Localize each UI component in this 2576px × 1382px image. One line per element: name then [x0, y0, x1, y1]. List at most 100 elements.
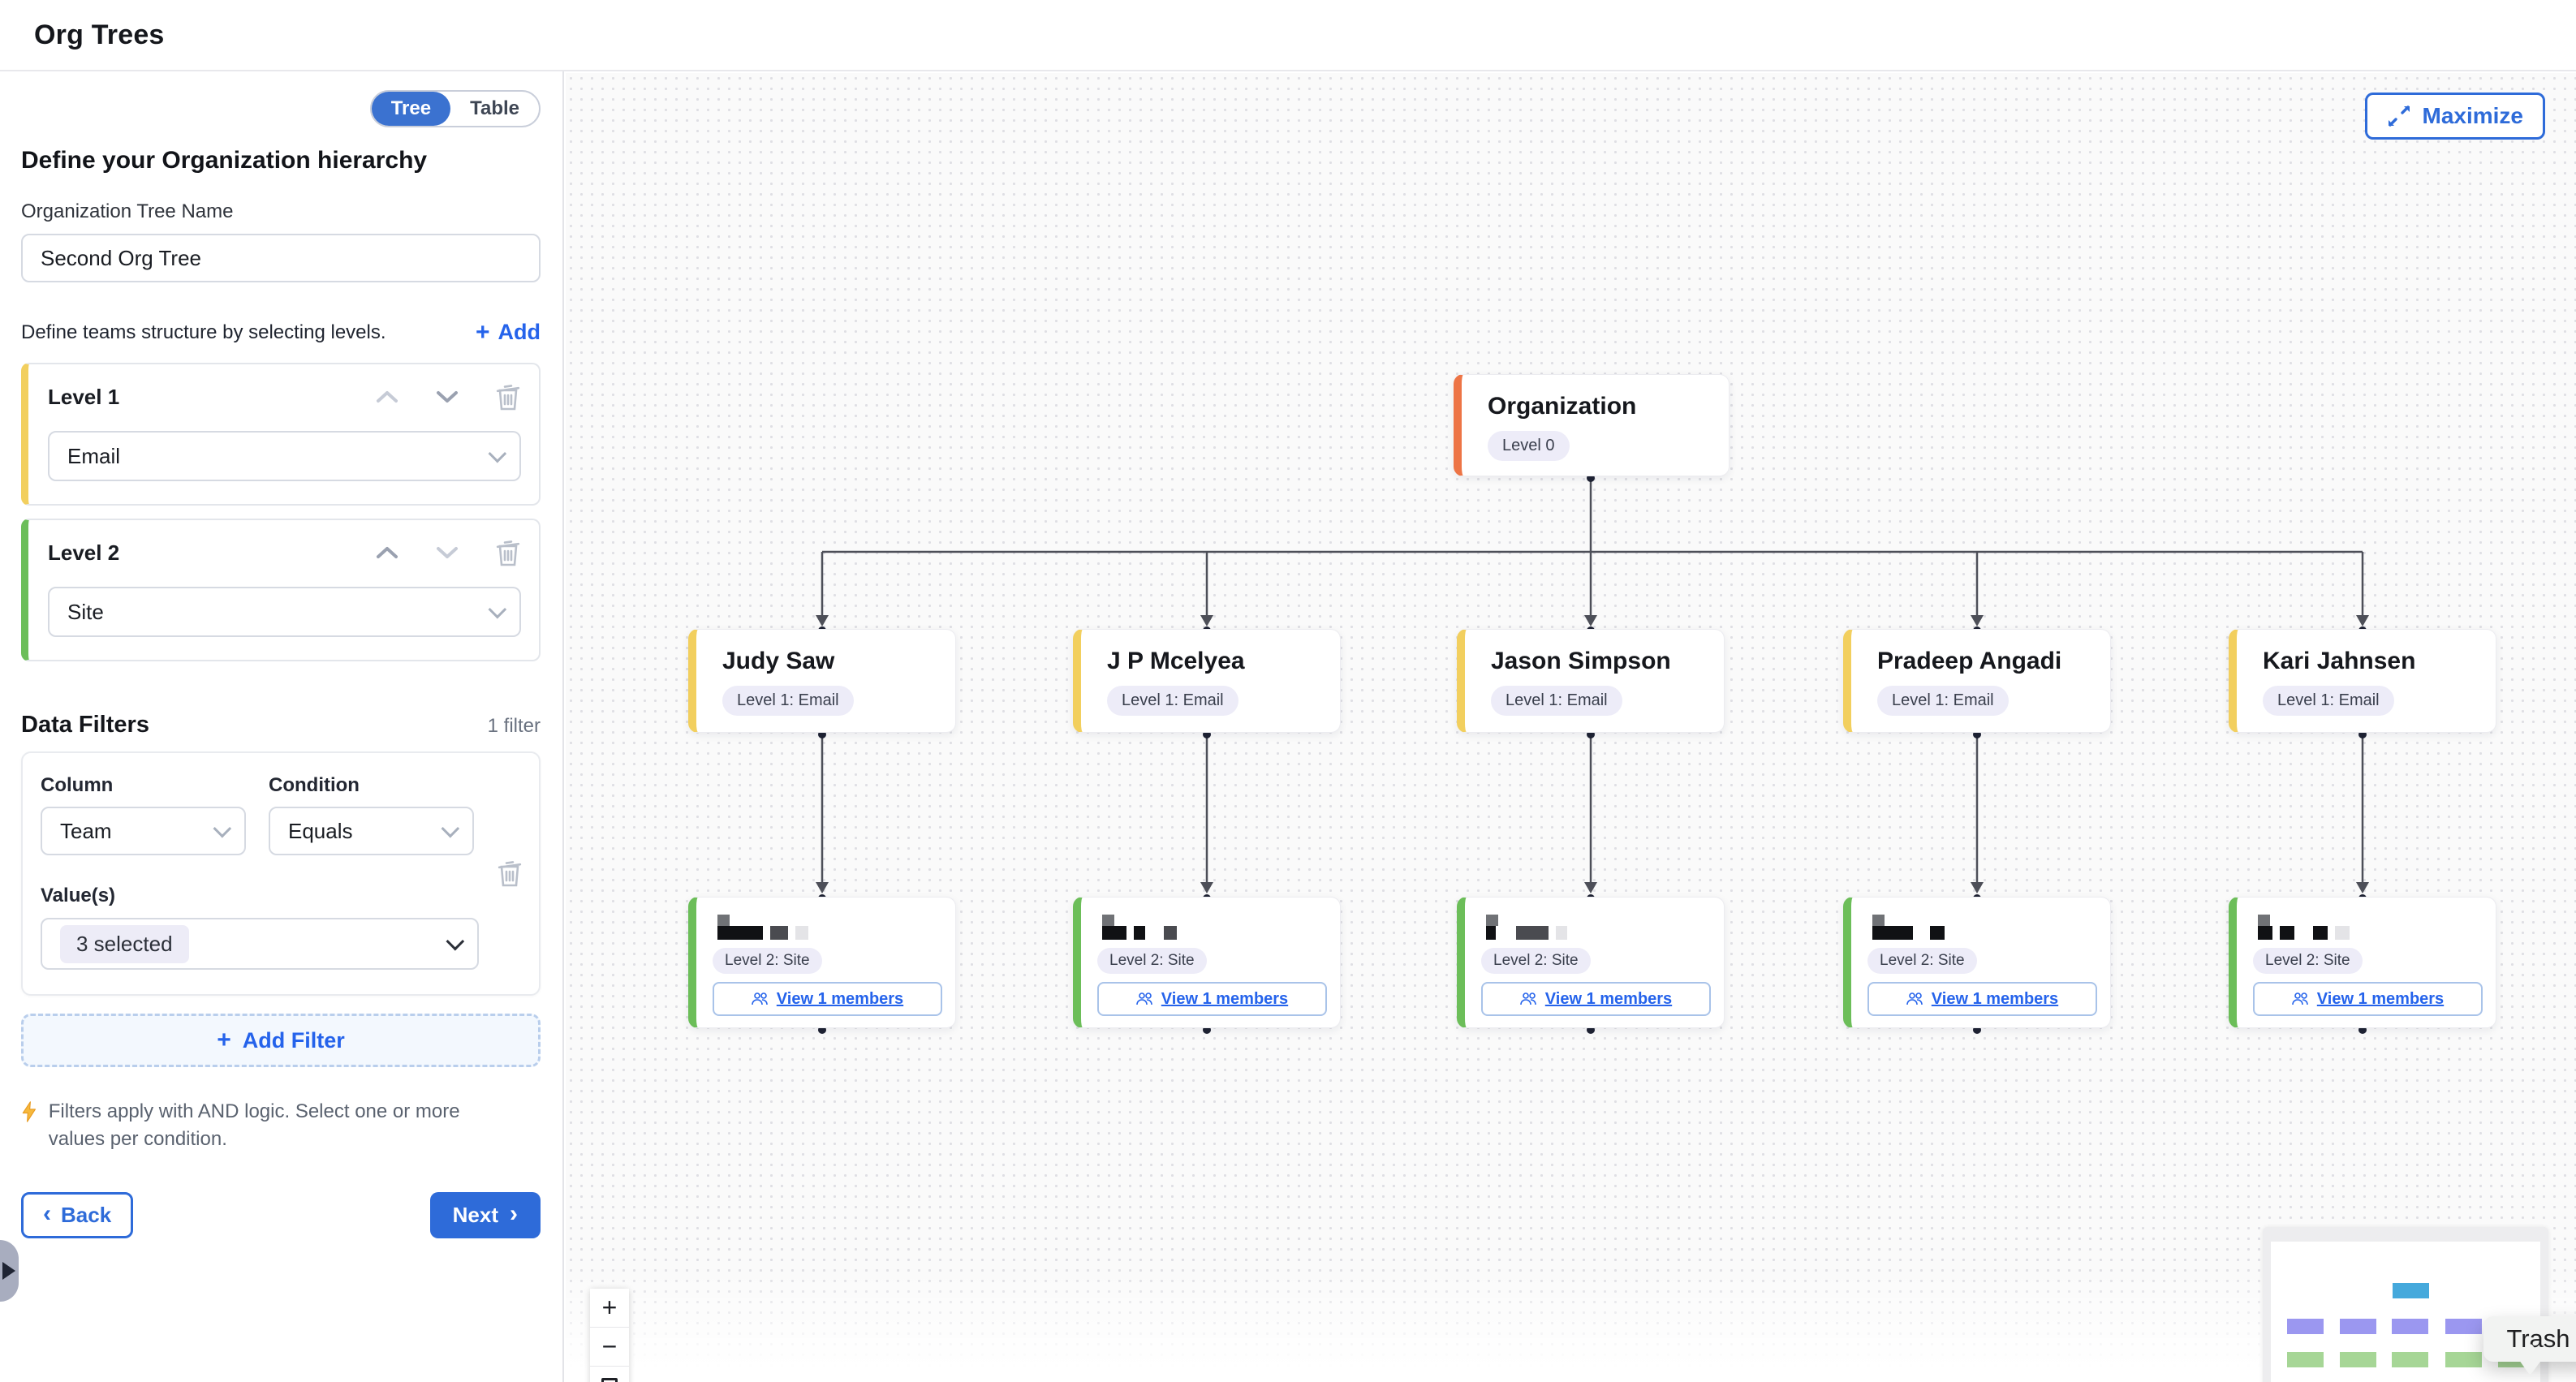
redacted-name	[2258, 914, 2483, 940]
node-title: Organization	[1488, 393, 1712, 420]
chevron-down-icon	[446, 932, 465, 951]
values-label: Value(s)	[41, 885, 523, 907]
level-badge: Level 1: Email	[2263, 686, 2394, 716]
level2-node[interactable]: Level 2: Site View 1 members	[688, 897, 956, 1028]
view-members-button[interactable]: View 1 members	[1097, 982, 1327, 1016]
view-members-label: View 1 members	[1161, 990, 1288, 1009]
level-2-type-value: Site	[67, 600, 104, 625]
view-members-button[interactable]: View 1 members	[1481, 982, 1711, 1016]
level-card-1: Level 1 Email	[21, 363, 541, 506]
org-tree-canvas[interactable]: Maximize Organization Level 0 Judy Saw L…	[566, 73, 2576, 1382]
trash-icon	[497, 859, 523, 888]
view-members-button[interactable]: View 1 members	[713, 982, 942, 1016]
condition-value: Equals	[288, 819, 353, 844]
view-members-label: View 1 members	[2317, 990, 2444, 1009]
tab-table[interactable]: Table	[450, 92, 539, 126]
level1-node[interactable]: J P Mcelyea Level 1: Email	[1073, 629, 1341, 733]
people-icon	[1136, 992, 1154, 1006]
level-1-type-select[interactable]: Email	[48, 431, 521, 481]
level-2-type-select[interactable]: Site	[48, 587, 521, 637]
level-badge: Level 2: Site	[1481, 948, 1591, 974]
move-level-2-up-button[interactable]	[375, 545, 399, 561]
delete-filter-button[interactable]	[497, 859, 523, 888]
org-tree-builder-app: Org Trees Tree Table Define your Organiz…	[0, 0, 2576, 1382]
chevron-right-icon: ›	[510, 1202, 518, 1226]
minimap-node-level1	[2445, 1319, 2482, 1334]
level-badge: Level 2: Site	[2253, 948, 2363, 974]
level-1-type-value: Email	[67, 444, 120, 469]
org-root-node[interactable]: Organization Level 0	[1454, 374, 1730, 476]
minimap-node-root	[2393, 1283, 2429, 1298]
next-button[interactable]: Next ›	[430, 1192, 541, 1238]
level2-node[interactable]: Level 2: Site View 1 members	[1457, 897, 1725, 1028]
chevron-down-icon	[442, 820, 460, 838]
redacted-name	[1102, 914, 1327, 940]
level1-node[interactable]: Pradeep Angadi Level 1: Email	[1843, 629, 2111, 733]
fit-view-button[interactable]	[590, 1367, 629, 1382]
level1-node[interactable]: Kari Jahnsen Level 1: Email	[2229, 629, 2496, 733]
level-2-header: Level 2	[48, 538, 521, 567]
data-filters-header-row: Data Filters 1 filter	[21, 712, 541, 738]
view-toggle: Tree Table	[370, 90, 541, 127]
tree-name-input[interactable]	[21, 234, 541, 282]
column-select[interactable]: Team	[41, 807, 246, 855]
level1-node[interactable]: Jason Simpson Level 1: Email	[1457, 629, 1725, 733]
sidebar-collapse-toggle[interactable]	[0, 1240, 19, 1302]
chevron-down-icon	[435, 389, 459, 405]
chevron-up-icon	[375, 545, 399, 561]
people-icon	[1906, 992, 1924, 1006]
play-icon	[2, 1262, 15, 1280]
level-badge: Level 1: Email	[1107, 686, 1238, 716]
level2-node[interactable]: Level 2: Site View 1 members	[1843, 897, 2111, 1028]
redacted-name	[717, 914, 942, 940]
chevron-up-icon	[375, 389, 399, 405]
level2-node[interactable]: Level 2: Site View 1 members	[2229, 897, 2496, 1028]
maximize-button[interactable]: Maximize	[2365, 93, 2546, 140]
level2-node[interactable]: Level 2: Site View 1 members	[1073, 897, 1341, 1028]
filter-grid: Column Condition Team Equals	[41, 774, 523, 855]
delete-level-1-button[interactable]	[495, 382, 521, 411]
view-toggle-row: Tree Table	[21, 90, 541, 127]
move-level-1-up-button[interactable]	[375, 389, 399, 405]
minimap-node-level1	[2340, 1319, 2376, 1334]
trash-tooltip: Trash	[2483, 1316, 2576, 1362]
lightning-bolt-icon	[21, 1098, 37, 1126]
add-level-label: Add	[498, 320, 541, 345]
add-filter-button[interactable]: + Add Filter	[21, 1014, 541, 1067]
node-title: Judy Saw	[722, 648, 939, 675]
maximize-icon	[2387, 104, 2411, 128]
node-title: Jason Simpson	[1491, 648, 1708, 675]
zoom-in-button[interactable]: +	[590, 1289, 629, 1328]
move-level-1-down-button[interactable]	[435, 389, 459, 405]
minimap-node-level1	[2287, 1319, 2324, 1334]
chevron-down-icon	[435, 545, 459, 561]
people-icon	[1520, 992, 1538, 1006]
delete-level-2-button[interactable]	[495, 538, 521, 567]
view-members-button[interactable]: View 1 members	[1867, 982, 2097, 1016]
zoom-out-button[interactable]: −	[590, 1328, 629, 1367]
chevron-down-icon	[489, 601, 507, 619]
view-members-label: View 1 members	[777, 990, 903, 1009]
level-badge: Level 0	[1488, 431, 1570, 461]
chevron-down-icon	[213, 820, 232, 838]
minimap-node-level1	[2392, 1319, 2428, 1334]
node-title: Pradeep Angadi	[1877, 648, 2094, 675]
chevron-left-icon: ‹	[43, 1202, 51, 1226]
tab-tree[interactable]: Tree	[372, 92, 450, 126]
node-title: Kari Jahnsen	[2263, 648, 2479, 675]
level-badge: Level 2: Site	[1097, 948, 1207, 974]
move-level-2-down-button[interactable]	[435, 545, 459, 561]
add-filter-label: Add Filter	[243, 1028, 345, 1053]
levels-hint: Define teams structure by selecting leve…	[21, 321, 386, 344]
filters-note-text: Filters apply with AND logic. Select one…	[49, 1098, 500, 1153]
page-title: Org Trees	[34, 19, 165, 51]
add-level-button[interactable]: + Add	[476, 320, 541, 345]
back-button[interactable]: ‹ Back	[21, 1192, 133, 1238]
people-icon	[2292, 992, 2310, 1006]
minimap-node-level2	[2445, 1352, 2482, 1367]
minimap-node-level2	[2287, 1352, 2324, 1367]
level1-node[interactable]: Judy Saw Level 1: Email	[688, 629, 956, 733]
view-members-button[interactable]: View 1 members	[2253, 982, 2483, 1016]
values-select[interactable]: 3 selected	[41, 918, 479, 970]
condition-select[interactable]: Equals	[269, 807, 474, 855]
